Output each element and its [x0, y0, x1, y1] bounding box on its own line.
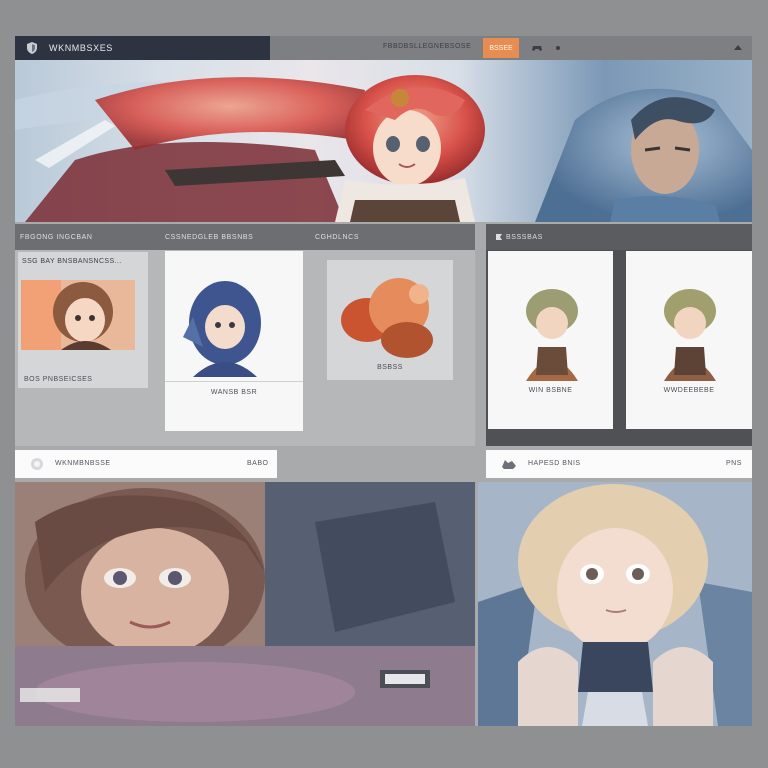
card-caption: WIN BSBNE [528, 387, 573, 394]
category-bar: BSSSBAS [486, 224, 752, 250]
character-thumbnail [664, 289, 716, 381]
search-label: HAPESD BNIS [528, 460, 581, 467]
brand-name: WKNMBSXES [49, 43, 113, 53]
character-card[interactable]: WIN BSBNE [488, 251, 613, 429]
search-bar[interactable]: HAPESD BNIS PNS [486, 450, 752, 478]
caret-up-icon[interactable] [732, 42, 744, 54]
category-bar: FBGONG INGCBAN CSSNEDGLEB BBSNBS CGHDLNC… [15, 224, 475, 250]
category-label[interactable]: CSSNEDGLEB BBSNBS [165, 234, 253, 241]
featured-artwork[interactable] [15, 482, 475, 726]
card-caption: WANSB BSR [210, 389, 258, 396]
notification-icon[interactable] [552, 42, 564, 54]
side-panel: BSSSBAS WIN BSBNE WWDEEBEBE [486, 224, 752, 446]
search-action[interactable]: BABO [247, 460, 268, 467]
nav-link[interactable]: FBBDBSLLEGNEBSOSE [383, 43, 471, 50]
portrait-artwork[interactable] [478, 482, 752, 726]
progress-indicator [20, 688, 80, 702]
character-card[interactable]: WANSB BSR [165, 251, 303, 431]
character-card[interactable]: BSBSS [327, 260, 453, 380]
card-caption: BSBSS [377, 364, 403, 371]
featured-panel: FBGONG INGCBAN CSSNEDGLEB BBSNBS CGHDLNC… [15, 224, 475, 446]
hero-artwork [15, 75, 752, 222]
flag-icon [496, 234, 502, 240]
top-navigation-bar: WKNMBSXES FBBDBSLLEGNEBSOSE BSSEE [15, 36, 752, 60]
search-label: WKNMBNBSSE [55, 460, 111, 467]
cat-icon [502, 460, 516, 469]
app-window: WKNMBSXES FBBDBSLLEGNEBSOSE BSSEE FBGONG… [15, 36, 752, 726]
character-thumbnail [341, 278, 433, 358]
search-icon [31, 458, 43, 470]
accent-nav-button[interactable]: BSSEE [483, 38, 519, 58]
card-title: SSG BAY BNSBANSNCSS... [22, 258, 122, 265]
portrait-image [478, 482, 752, 726]
character-thumbnail [183, 281, 261, 377]
category-label[interactable]: BSSSBAS [506, 234, 543, 241]
card-caption: BOS PNBSEICSES [24, 376, 93, 383]
game-controller-icon[interactable] [531, 42, 543, 54]
character-card[interactable]: WWDEEBEBE [626, 251, 752, 429]
artwork-image [15, 482, 475, 726]
character-card[interactable]: SSG BAY BNSBANSNCSS... BOS PNBSEICSES [18, 252, 148, 388]
character-thumbnail [21, 280, 135, 350]
shield-logo-icon [27, 42, 37, 54]
brand-area[interactable]: WKNMBSXES [15, 36, 270, 60]
search-action[interactable]: PNS [726, 460, 742, 467]
search-bar[interactable]: WKNMBNBSSE BABO [15, 450, 277, 478]
card-caption: WWDEEBEBE [663, 387, 715, 394]
category-label[interactable]: FBGONG INGCBAN [20, 234, 93, 241]
play-button[interactable] [380, 670, 430, 688]
character-thumbnail [526, 289, 578, 381]
category-label[interactable]: CGHDLNCS [315, 234, 359, 241]
divider [165, 381, 303, 382]
hero-banner[interactable] [15, 60, 752, 222]
